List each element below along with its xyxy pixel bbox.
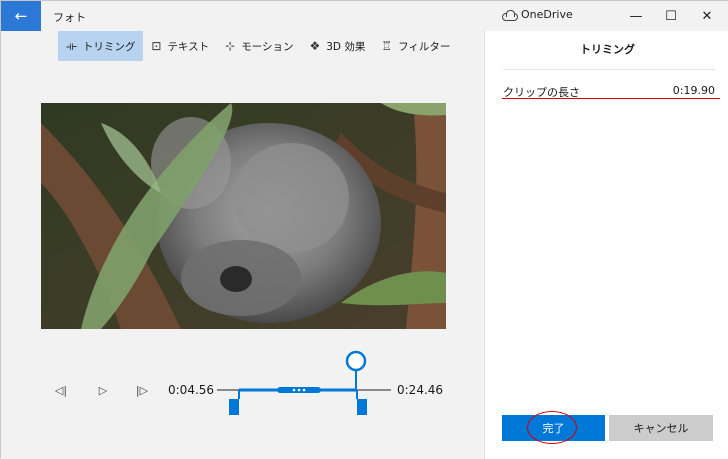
tab-3d-effects[interactable]: ❖ 3D 効果 — [301, 31, 373, 61]
trim-end-handle[interactable] — [356, 390, 367, 415]
video-frame-image — [41, 103, 446, 329]
tab-trim[interactable]: ⟛ トリミング — [58, 31, 144, 61]
photos-window: ← フォト OneDrive — ☐ ✕ ⟛ トリミング ⊡ テキスト ⊹ モー… — [0, 0, 728, 459]
trim-start-handle[interactable] — [229, 390, 240, 415]
trim-slider[interactable] — [215, 349, 393, 419]
playhead-handle[interactable] — [345, 350, 367, 390]
tab-motion[interactable]: ⊹ モーション — [217, 31, 301, 61]
edit-toolbar: ⟛ トリミング ⊡ テキスト ⊹ モーション ❖ 3D 効果 ♖ フィルター — [58, 31, 458, 61]
motion-icon: ⊹ — [225, 39, 236, 53]
onedrive-label: OneDrive — [521, 8, 573, 21]
previous-frame-button[interactable]: ◁| — [51, 380, 71, 400]
tab-3d-effects-label: 3D 効果 — [326, 40, 366, 53]
video-preview[interactable] — [41, 103, 446, 329]
cancel-button[interactable]: キャンセル — [609, 415, 713, 441]
tab-trim-label: トリミング — [82, 40, 136, 53]
title-bar: ← フォト OneDrive — ☐ ✕ — [1, 1, 728, 31]
tab-text[interactable]: ⊡ テキスト — [143, 31, 217, 61]
divider — [503, 69, 715, 70]
close-button[interactable]: ✕ — [684, 1, 728, 31]
trim-start-time: 0:04.56 — [168, 383, 215, 397]
tab-text-label: テキスト — [167, 40, 210, 53]
trim-panel: トリミング クリップの長さ 0:19.90 完了 キャンセル — [484, 31, 728, 459]
tab-motion-label: モーション — [241, 40, 294, 53]
cloud-icon — [502, 10, 518, 21]
annotation-underline — [502, 98, 720, 99]
back-button[interactable]: ← — [1, 1, 41, 31]
annotation-circle — [527, 411, 577, 444]
editor-area: ⟛ トリミング ⊡ テキスト ⊹ モーション ❖ 3D 効果 ♖ フィルター ◁… — [1, 31, 484, 459]
tab-filter-label: フィルター — [398, 40, 451, 53]
clip-length-value: 0:19.90 — [672, 84, 715, 97]
filter-icon: ♖ — [381, 39, 393, 53]
play-button[interactable]: ▷ — [93, 380, 113, 400]
3d-effects-icon: ❖ — [309, 39, 321, 53]
back-arrow-icon: ← — [14, 7, 28, 25]
tab-filter[interactable]: ♖ フィルター — [373, 31, 458, 61]
onedrive-button[interactable]: OneDrive — [502, 8, 573, 21]
app-title: フォト — [53, 11, 86, 24]
next-frame-button[interactable]: |▷ — [132, 380, 152, 400]
trim-end-time: 0:24.46 — [397, 383, 444, 397]
text-icon: ⊡ — [151, 39, 162, 53]
trim-icon: ⟛ — [66, 38, 77, 53]
panel-title: トリミング — [580, 43, 635, 56]
